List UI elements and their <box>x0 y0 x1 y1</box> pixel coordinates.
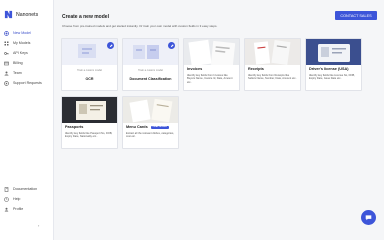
menu-image <box>123 97 178 123</box>
contact-sales-button[interactable]: CONTACT SALES <box>335 11 377 20</box>
train-custom-label: Train a custom model <box>138 69 163 72</box>
users-icon <box>4 71 9 76</box>
grid-icon <box>4 41 9 46</box>
model-card-receipts[interactable]: Receipts Identify key fields from Receip… <box>244 38 301 91</box>
sidebar-item-team[interactable]: Team <box>0 68 54 78</box>
sidebar-item-label: Help <box>13 197 21 201</box>
card-description: Identify key fields from Invoices like B… <box>187 74 233 84</box>
sidebar-item-label: Support Requests <box>13 81 42 85</box>
card-body: Menu Cards TRIAL MODEL Extract all the r… <box>123 123 178 141</box>
card-title: Driver's license (USA) <box>309 67 349 71</box>
card-title: Menu Cards <box>126 125 148 129</box>
sidebar-item-support-requests[interactable]: Support Requests <box>0 78 54 88</box>
pencil-icon <box>168 42 175 49</box>
model-card-passports[interactable]: Passports Identify key fields like Passp… <box>61 96 118 149</box>
card-body: Invoices Identify key fields from Invoic… <box>184 65 239 86</box>
sidebar-item-my-models[interactable]: My Models <box>0 38 54 48</box>
card-illustration <box>123 39 178 65</box>
sidebar-item-label: New Model <box>13 31 31 35</box>
card-description: Identify key fields like Passport No, DO… <box>65 132 113 139</box>
card-illustration <box>62 39 117 65</box>
page-title: Create a new model <box>62 14 109 20</box>
model-card-menu-cards[interactable]: Menu Cards TRIAL MODEL Extract all the r… <box>122 96 179 149</box>
plus-circle-icon <box>4 30 9 36</box>
sidebar-item-label: Team <box>13 71 22 75</box>
card-body: Driver's license (USA) Identify key fiel… <box>306 65 361 83</box>
card-title: Receipts <box>248 67 264 71</box>
sidebar-item-billing[interactable]: Billing <box>0 58 54 68</box>
card-title: OCR <box>85 77 94 81</box>
card-description: Identify key fields like License No, DOB… <box>309 74 355 81</box>
page-subtitle: Choose from pre-trained models and get s… <box>62 24 218 28</box>
chat-icon <box>365 215 372 221</box>
sidebar-item-label: Profile <box>13 207 24 211</box>
sidebar-item-label: API Keys <box>13 51 28 55</box>
question-icon <box>4 196 9 202</box>
key-icon <box>4 51 9 56</box>
receipt-image <box>245 39 300 65</box>
passport-image <box>62 97 117 123</box>
sidebar: Nanonets New Model My Models API Keys Bi… <box>0 0 54 240</box>
sidebar-item-help[interactable]: Help <box>0 194 54 204</box>
license-image <box>306 39 361 65</box>
sidebar-item-label: Documentation <box>13 187 38 191</box>
card-description: Extract all the relevant dishes, categor… <box>126 132 175 139</box>
sidebar-item-profile[interactable]: Profile <box>0 204 54 214</box>
card-title: Passports <box>65 125 84 129</box>
train-custom-label: Train a custom model <box>77 69 102 72</box>
main-content: Create a new model Choose from pre-train… <box>54 0 384 240</box>
sidebar-bottom-nav: Documentation Help Profile <box>0 184 54 214</box>
card-description: Identify key fields from Receipts like S… <box>248 74 297 81</box>
sidebar-item-new-model[interactable]: New Model <box>0 28 54 38</box>
pencil-icon <box>107 42 114 49</box>
user-icon <box>4 207 9 212</box>
model-card-document-classification[interactable]: Train a custom model Document Classifica… <box>122 38 179 91</box>
sidebar-item-documentation[interactable]: Documentation <box>0 184 54 194</box>
book-icon <box>4 186 9 192</box>
model-card-invoices[interactable]: Invoices Identify key fields from Invoic… <box>183 38 240 91</box>
card-body: Receipts Identify key fields from Receip… <box>245 65 300 83</box>
card-title-row: Menu Cards TRIAL MODEL <box>126 125 175 129</box>
nanonets-logo-icon <box>4 10 13 19</box>
sidebar-item-label: Billing <box>13 61 23 65</box>
card-title: Document Classification <box>129 77 172 81</box>
sidebar-item-label: My Models <box>13 41 31 45</box>
card-body: Passports Identify key fields like Passp… <box>62 123 117 141</box>
sidebar-nav: New Model My Models API Keys Billing Tea… <box>0 28 54 88</box>
model-card-ocr[interactable]: Train a custom model OCR <box>61 38 118 91</box>
model-card-drivers-license[interactable]: Driver's license (USA) Identify key fiel… <box>305 38 362 91</box>
sidebar-item-api-keys[interactable]: API Keys <box>0 48 54 58</box>
logo[interactable]: Nanonets <box>4 10 38 19</box>
trial-model-badge: TRIAL MODEL <box>150 125 169 129</box>
app-name: Nanonets <box>16 11 39 18</box>
card-icon <box>4 61 9 66</box>
card-title: Invoices <box>187 67 203 71</box>
invoice-image <box>184 39 239 65</box>
help-icon <box>4 80 9 86</box>
collapse-sidebar-icon[interactable]: ‹ <box>38 223 39 228</box>
chat-button[interactable] <box>361 210 376 225</box>
